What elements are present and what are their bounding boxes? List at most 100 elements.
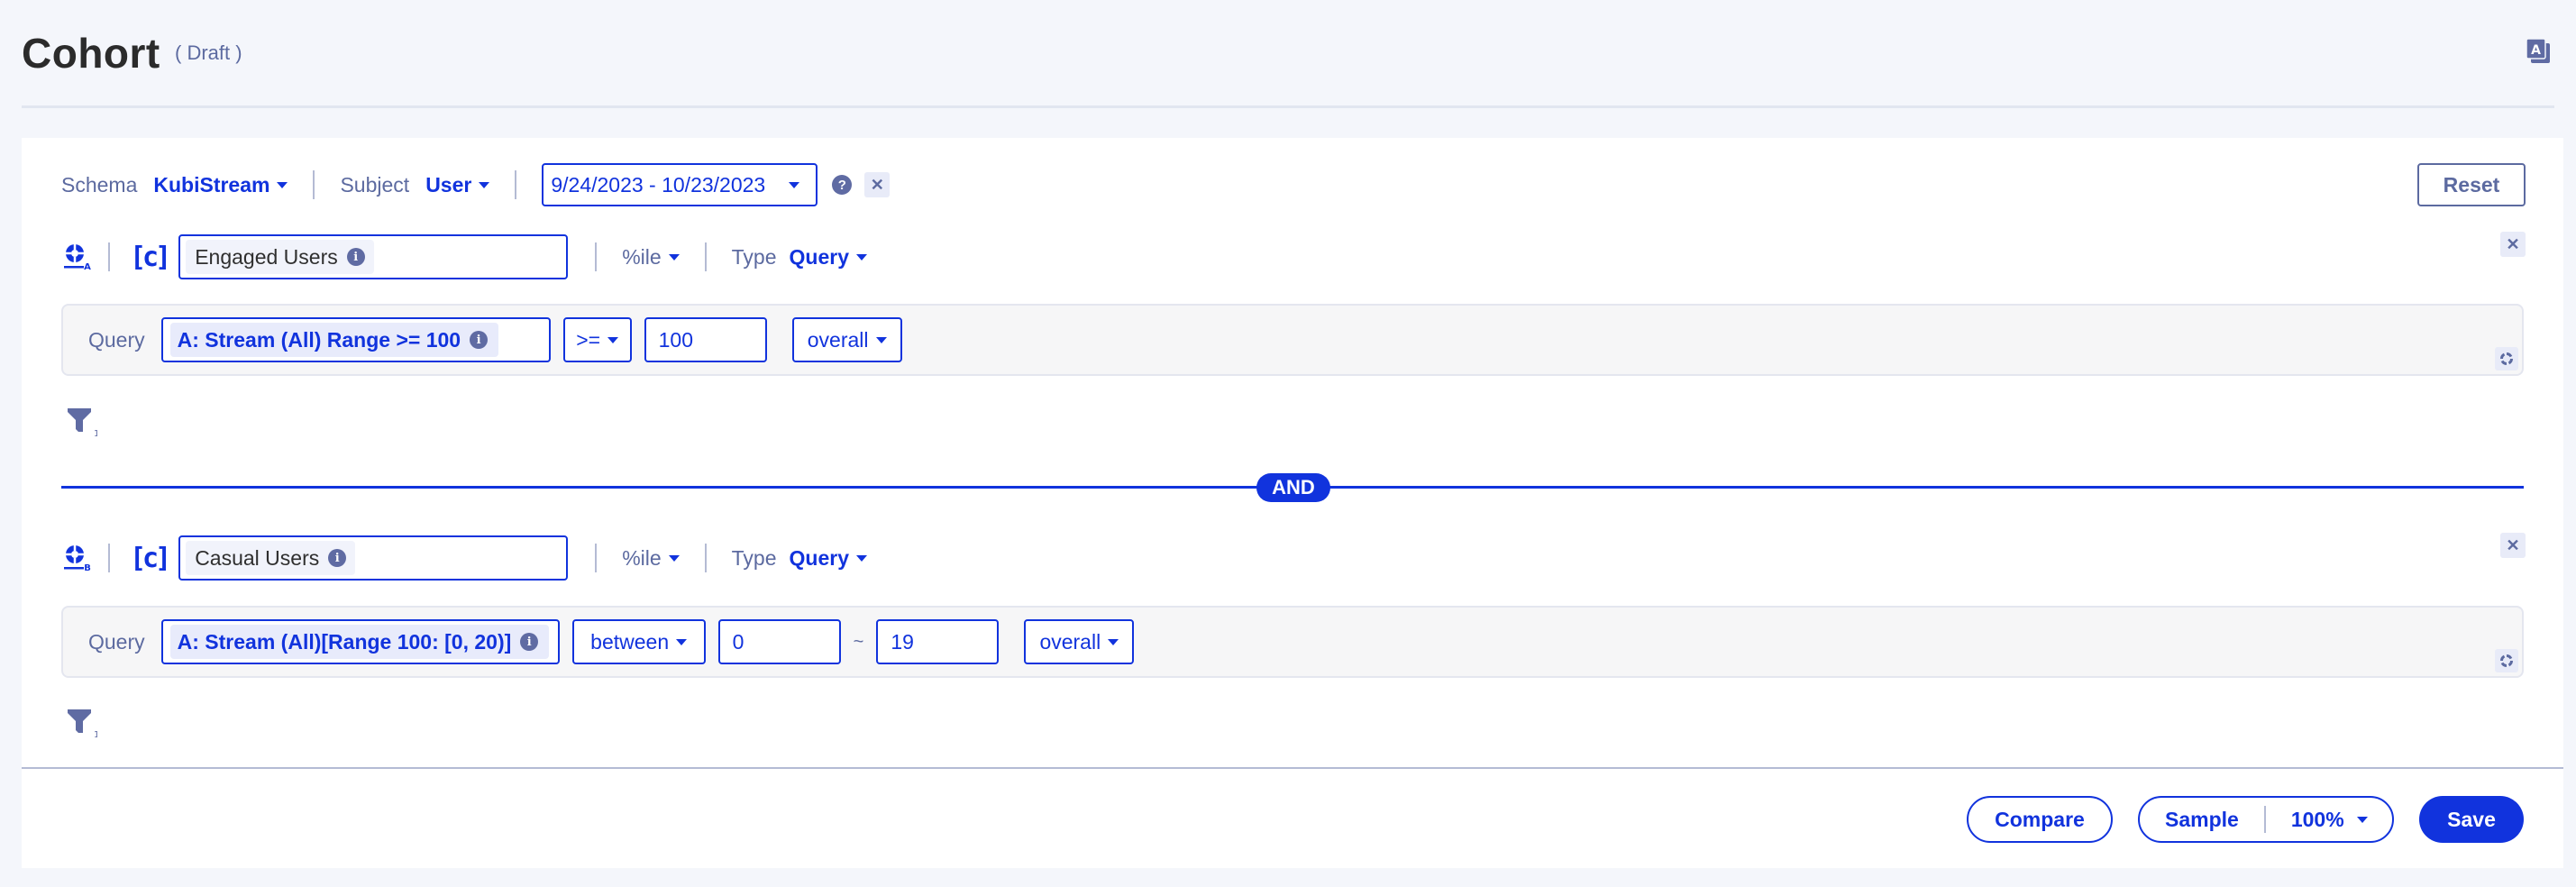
draft-status: ( Draft ): [175, 41, 242, 64]
remove-condition-b-button[interactable]: ✕: [2500, 533, 2526, 558]
translate-icon[interactable]: A: [2526, 38, 2551, 65]
condition-name: Casual Users: [195, 545, 320, 570]
divider: [108, 242, 110, 271]
refresh-icon: [2500, 654, 2513, 667]
chevron-down-icon: [668, 253, 680, 261]
page-header: Cohort ( Draft ) A: [22, 27, 2554, 108]
info-icon[interactable]: i: [470, 331, 489, 349]
divider: [704, 242, 707, 271]
refresh-button[interactable]: [2495, 347, 2518, 370]
query-label: Query: [88, 629, 145, 654]
divider: [595, 544, 598, 572]
sample-button[interactable]: Sample 100%: [2138, 796, 2394, 843]
chevron-down-icon: [607, 336, 619, 343]
range-separator: ~: [853, 631, 864, 652]
close-icon: ✕: [2506, 234, 2520, 253]
divider: [313, 170, 315, 199]
cohort-toolbar: Schema KubiStream Subject User 9/24/2023…: [61, 163, 891, 206]
date-range-value: 9/24/2023 - 10/23/2023: [551, 172, 766, 197]
custom-bracket-icon[interactable]: [c]: [130, 543, 171, 574]
close-icon: ✕: [2506, 535, 2520, 554]
filter-icon: 1: [68, 408, 99, 439]
subject-value: User: [425, 172, 472, 197]
query-chip: A: Stream (All)[Range 100: [0, 20)] i: [169, 625, 550, 659]
filter-a-button[interactable]: 1: [65, 407, 99, 439]
condition-b-header: B [c] Casual Users i %ile Type Query: [61, 535, 868, 581]
condition-a-name-input[interactable]: Engaged Users i: [178, 234, 569, 279]
metric-value: %ile: [622, 545, 662, 570]
svg-text:1: 1: [94, 730, 97, 738]
save-button[interactable]: Save: [2419, 796, 2524, 843]
clear-date-button[interactable]: ✕: [864, 172, 891, 197]
operator-value: between: [590, 629, 670, 654]
cohort-a-icon[interactable]: A: [61, 242, 92, 272]
operator-select[interactable]: >=: [562, 317, 632, 362]
schema-value: KubiStream: [153, 172, 270, 197]
condition-a-query-box: Query A: Stream (All) Range >= 100 i >= …: [61, 304, 2524, 376]
type-dropdown[interactable]: Query: [790, 245, 868, 270]
type-dropdown[interactable]: Query: [789, 545, 868, 571]
footer-actions: Compare Sample 100% Save: [22, 767, 2563, 868]
chevron-down-icon: [789, 181, 800, 188]
remove-condition-a-button[interactable]: ✕: [2500, 232, 2526, 257]
metric-dropdown[interactable]: %ile: [622, 244, 680, 270]
type-label: Type: [731, 244, 777, 269]
svg-text:A: A: [84, 262, 91, 272]
sample-label: Sample: [2165, 807, 2239, 831]
chevron-down-icon: [277, 181, 288, 188]
svg-text:A: A: [2531, 43, 2541, 58]
scope-value: overall: [1039, 629, 1101, 654]
query-row: Query A: Stream (All) Range >= 100 i >= …: [88, 317, 902, 362]
reset-button[interactable]: Reset: [2417, 163, 2526, 206]
filter-icon: 1: [68, 709, 99, 740]
divider: [108, 544, 110, 572]
query-value: A: Stream (All) Range >= 100: [177, 327, 461, 352]
divider: [595, 242, 598, 271]
and-connector-toggle[interactable]: AND: [1256, 473, 1330, 502]
help-icon[interactable]: ?: [832, 175, 853, 195]
range-to-input[interactable]: 19: [876, 619, 1000, 664]
query-label: Query: [88, 327, 145, 352]
query-field[interactable]: A: Stream (All) Range >= 100 i: [160, 317, 551, 362]
cohort-editor-panel: Schema KubiStream Subject User 9/24/2023…: [22, 138, 2563, 767]
metric-dropdown[interactable]: %ile: [622, 545, 680, 571]
info-icon[interactable]: i: [346, 248, 365, 266]
condition-a-header: A [c] Engaged Users i %ile Type Query: [61, 233, 868, 280]
subject-dropdown[interactable]: User: [425, 172, 490, 197]
scope-value: overall: [807, 327, 869, 352]
filter-b-button[interactable]: 1: [65, 708, 99, 740]
compare-button[interactable]: Compare: [1967, 796, 2113, 843]
range-from-input[interactable]: 0: [717, 619, 841, 664]
type-label: Type: [731, 545, 777, 570]
chevron-down-icon: [2356, 816, 2368, 823]
condition-b-query-box: Query A: Stream (All)[Range 100: [0, 20)…: [61, 606, 2524, 678]
chevron-down-icon: [1108, 638, 1119, 645]
chevron-down-icon: [479, 181, 490, 188]
info-icon[interactable]: i: [520, 633, 539, 651]
metric-value: %ile: [622, 244, 662, 269]
svg-text:B: B: [84, 563, 91, 573]
condition-b-name-input[interactable]: Casual Users i: [178, 535, 569, 581]
svg-text:1: 1: [94, 429, 97, 437]
divider: [704, 544, 707, 572]
schema-dropdown[interactable]: KubiStream: [153, 173, 288, 197]
schema-label: Schema: [61, 172, 138, 197]
divider: [2263, 806, 2266, 833]
query-row: Query A: Stream (All)[Range 100: [0, 20)…: [88, 619, 1135, 664]
custom-bracket-icon[interactable]: [c]: [130, 242, 171, 273]
threshold-input[interactable]: 100: [644, 317, 767, 362]
info-icon[interactable]: i: [328, 549, 347, 567]
type-value: Query: [789, 545, 850, 570]
refresh-button[interactable]: [2495, 649, 2518, 672]
chevron-down-icon: [668, 554, 680, 562]
cohort-b-icon[interactable]: B: [61, 543, 92, 573]
chevron-down-icon: [856, 253, 868, 261]
query-field[interactable]: A: Stream (All)[Range 100: [0, 20)] i: [160, 619, 560, 664]
sample-value: 100%: [2290, 807, 2344, 831]
scope-select[interactable]: overall: [791, 317, 902, 362]
subject-label: Subject: [340, 172, 410, 197]
scope-select[interactable]: overall: [1024, 619, 1135, 664]
condition-name-chip: Casual Users i: [186, 541, 356, 575]
operator-select[interactable]: between: [571, 619, 706, 664]
date-range-picker[interactable]: 9/24/2023 - 10/23/2023: [542, 163, 818, 206]
